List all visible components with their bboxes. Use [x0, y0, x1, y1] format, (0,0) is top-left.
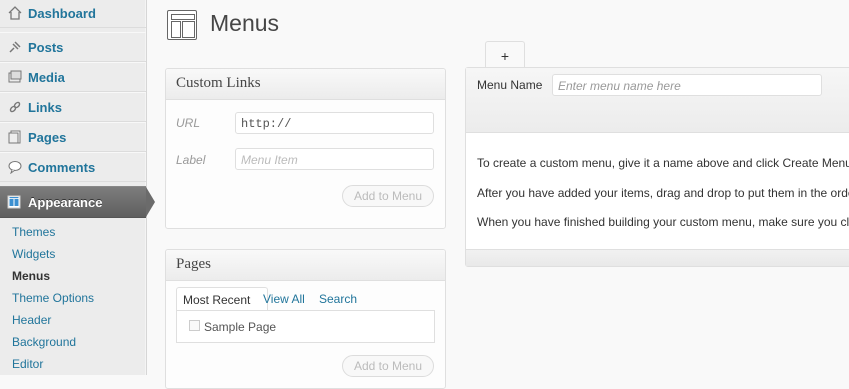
link-icon — [7, 99, 23, 115]
tab-label: Most Recent — [183, 293, 251, 307]
label-field[interactable]: Menu Item — [235, 148, 434, 170]
submenu-item-themes[interactable]: Themes — [12, 225, 55, 239]
instruction-text-1: To create a custom menu, give it a name … — [477, 156, 849, 170]
sidebar-item-label: Media — [28, 69, 65, 85]
menu-editor-header: Menu Name Enter menu name here — [466, 68, 849, 133]
submenu-item-editor[interactable]: Editor — [12, 357, 43, 371]
comment-icon — [7, 159, 23, 175]
pin-icon — [7, 39, 23, 55]
submenu-item-theme-options[interactable]: Theme Options — [12, 291, 94, 305]
menu-editor-panel: Menu Name Enter menu name here To create… — [465, 67, 849, 267]
label-label: Label — [176, 153, 206, 167]
pages-list: Sample Page — [176, 310, 435, 343]
active-indicator-arrow — [146, 187, 155, 217]
sidebar-item-media[interactable]: Media — [0, 62, 146, 92]
sidebar-item-label: Dashboard — [28, 5, 96, 21]
sidebar-item-label: Pages — [28, 129, 67, 145]
menu-name-input[interactable]: Enter menu name here — [552, 74, 822, 96]
submenu-item-background[interactable]: Background — [12, 335, 76, 349]
menu-editor-footer — [466, 249, 849, 266]
menu-name-label: Menu Name — [477, 78, 543, 92]
add-menu-tab[interactable]: + — [485, 41, 525, 69]
pages-header[interactable]: Pages — [166, 250, 445, 281]
sidebar-item-appearance[interactable]: Appearance — [0, 186, 155, 218]
add-custom-link-button[interactable]: Add to Menu — [342, 185, 434, 207]
menu-name-placeholder: Enter menu name here — [558, 79, 681, 93]
sidebar-item-posts[interactable]: Posts — [0, 32, 146, 62]
submenu-item-widgets[interactable]: Widgets — [12, 247, 55, 261]
tab-most-recent[interactable]: Most Recent — [176, 287, 268, 310]
sidebar-item-pages[interactable]: Pages — [0, 122, 146, 152]
pages-box: Pages Most Recent View All Search Sample… — [165, 249, 446, 389]
submenu-item-header[interactable]: Header — [12, 313, 51, 327]
label-placeholder: Menu Item — [241, 153, 298, 167]
submenu-item-menus[interactable]: Menus — [12, 269, 50, 283]
sidebar-item-label: Links — [28, 99, 62, 115]
menus-page-icon — [167, 10, 197, 40]
sample-page-checkbox[interactable] — [189, 320, 200, 331]
instruction-text-2: After you have added your items, drag an… — [477, 186, 849, 200]
pages-icon — [7, 129, 23, 145]
tab-search[interactable]: Search — [319, 292, 357, 306]
url-field[interactable]: http:// — [235, 112, 434, 134]
sidebar-item-label: Appearance — [28, 194, 103, 210]
sidebar-item-label: Comments — [28, 159, 96, 175]
page-title: Menus — [210, 10, 280, 36]
admin-sidebar: Dashboard Posts Media Links Pages Commen… — [0, 0, 155, 375]
sidebar-item-dashboard[interactable]: Dashboard — [0, 0, 146, 28]
sidebar-item-links[interactable]: Links — [0, 92, 146, 122]
custom-links-box: Custom Links URL http:// Label Menu Item… — [165, 68, 446, 229]
add-pages-button[interactable]: Add to Menu — [342, 355, 434, 377]
instruction-text-3: When you have finished building your cus… — [477, 215, 849, 229]
appearance-icon — [7, 194, 23, 210]
home-icon — [7, 5, 23, 21]
sidebar-item-comments[interactable]: Comments — [0, 152, 146, 182]
url-value: http:// — [241, 117, 292, 131]
sample-page-label: Sample Page — [204, 320, 277, 334]
custom-links-title: Custom Links — [176, 75, 261, 91]
media-icon — [7, 69, 23, 85]
pages-title: Pages — [176, 256, 211, 272]
custom-links-header[interactable]: Custom Links — [166, 69, 445, 100]
sidebar-item-label: Posts — [28, 39, 64, 55]
url-label: URL — [176, 116, 201, 130]
tab-view-all[interactable]: View All — [263, 292, 305, 306]
